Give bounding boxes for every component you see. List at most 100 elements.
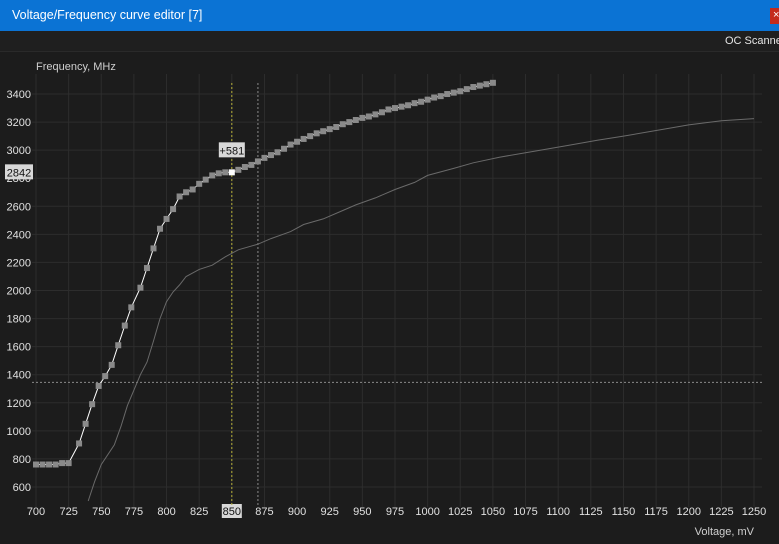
curve-point[interactable]	[248, 161, 255, 168]
curve-point[interactable]	[115, 342, 122, 349]
curve-point[interactable]	[150, 245, 157, 252]
x-tick-label: 1075	[513, 506, 537, 518]
x-tick-label: 875	[255, 506, 273, 518]
x-axis-label: Voltage, mV	[695, 526, 755, 538]
y-tick-label: 2000	[7, 286, 31, 298]
curve-point[interactable]	[95, 382, 102, 389]
curve-point[interactable]	[196, 180, 203, 187]
curve-point[interactable]	[392, 105, 398, 112]
x-tick-label: 1000	[415, 506, 439, 518]
curve-point[interactable]	[352, 116, 359, 123]
curve-point[interactable]	[476, 82, 483, 89]
curve-point[interactable]	[457, 88, 464, 95]
x-tick-label: 825	[190, 506, 208, 518]
curve-point[interactable]	[235, 166, 242, 173]
curve-point[interactable]	[450, 89, 457, 96]
x-tick-label: 1125	[579, 506, 603, 518]
curve-point[interactable]	[378, 109, 385, 116]
x-tick-label: 975	[386, 506, 404, 518]
curve-point[interactable]	[189, 186, 196, 193]
curve-point[interactable]	[215, 170, 222, 177]
curve-point[interactable]	[359, 114, 366, 121]
curve-point[interactable]	[261, 154, 268, 161]
y-tick-label: 2400	[7, 229, 31, 241]
curve-point[interactable]	[320, 128, 327, 135]
curve-point[interactable]	[346, 119, 353, 126]
curve-point[interactable]	[183, 189, 190, 196]
curve-point[interactable]	[287, 141, 294, 148]
curve-point[interactable]	[89, 401, 96, 408]
x-tick-label: 1050	[481, 506, 505, 518]
x-tick-label: 900	[288, 506, 306, 518]
x-tick-label: 1150	[612, 506, 636, 518]
curve-point[interactable]	[411, 100, 418, 107]
x-tick-label: 950	[353, 506, 371, 518]
curve-point[interactable]	[163, 215, 170, 222]
curve-point[interactable]	[137, 284, 144, 291]
curve-point[interactable]	[274, 149, 281, 156]
curve-point[interactable]	[333, 124, 340, 131]
x-tick-label: 1200	[676, 506, 700, 518]
close-button[interactable]: ×	[770, 8, 779, 24]
title-bar[interactable]: Voltage/Frequency curve editor [7] ×	[0, 0, 779, 31]
y-tick-label: 3200	[7, 117, 31, 129]
x-tick-label: 1025	[448, 506, 472, 518]
curve-point[interactable]	[267, 152, 274, 159]
curve-point[interactable]	[313, 130, 320, 137]
curve-point[interactable]	[281, 145, 288, 152]
curve-point[interactable]	[307, 133, 314, 140]
curve-point[interactable]	[65, 460, 72, 467]
curve-point[interactable]	[470, 84, 477, 91]
y-tick-label: 1600	[7, 342, 31, 354]
y-tick-label: 1200	[7, 398, 31, 410]
curve-point[interactable]	[365, 113, 372, 120]
curve-point[interactable]	[385, 106, 392, 113]
curve-point[interactable]	[121, 322, 128, 329]
curve-point[interactable]	[241, 164, 248, 171]
curve-point[interactable]	[437, 93, 444, 100]
curve-point[interactable]	[483, 81, 490, 88]
y-tick-label: 1400	[7, 370, 31, 382]
curve-point[interactable]	[444, 91, 451, 98]
curve-point[interactable]	[128, 304, 135, 311]
selected-curve-point[interactable]	[228, 169, 235, 176]
curve-editor-window: Voltage/Frequency curve editor [7] × OC …	[0, 0, 779, 544]
curve-point[interactable]	[102, 373, 109, 380]
x-tick-label: 725	[59, 506, 77, 518]
curve-point[interactable]	[339, 121, 346, 128]
y-tick-label: 800	[13, 454, 31, 466]
vf-curve-chart[interactable]: Frequency, MHz Voltage, mV 600 800 1000 1200 1…	[0, 52, 779, 544]
curve-point[interactable]	[76, 440, 83, 447]
curve-point[interactable]	[398, 103, 405, 110]
curve-point[interactable]	[52, 461, 59, 468]
curve-point[interactable]	[294, 138, 301, 145]
curve-point[interactable]	[176, 193, 183, 200]
curve-point[interactable]	[300, 135, 307, 142]
curve-point[interactable]	[39, 461, 46, 468]
curve-point[interactable]	[82, 420, 89, 427]
curve-point[interactable]	[209, 172, 216, 179]
curve-point[interactable]	[170, 206, 177, 213]
vf-curve-plot[interactable]: Frequency, MHz Voltage, mV 600 800 1000 1200 1…	[0, 52, 779, 544]
curve-point[interactable]	[108, 361, 115, 368]
curve-point[interactable]	[405, 102, 412, 109]
curve-point[interactable]	[431, 94, 438, 101]
curve-point[interactable]	[463, 86, 470, 93]
curve-point[interactable]	[143, 265, 150, 272]
oc-scanner-button[interactable]: OC Scanner	[725, 35, 779, 47]
curve-point[interactable]	[372, 111, 379, 118]
curve-point[interactable]	[424, 96, 431, 103]
curve-point[interactable]	[489, 79, 496, 86]
window-title: Voltage/Frequency curve editor [7]	[12, 8, 203, 22]
curve-point[interactable]	[202, 176, 209, 183]
curve-point[interactable]	[33, 461, 39, 468]
x-tick-label: 850	[223, 506, 241, 518]
curve-point[interactable]	[418, 98, 425, 105]
curve-point[interactable]	[254, 158, 261, 165]
curve-point[interactable]	[59, 460, 66, 467]
curve-point[interactable]	[46, 461, 53, 468]
x-tick-label: 750	[92, 506, 110, 518]
curve-point[interactable]	[326, 126, 333, 133]
curve-point[interactable]	[222, 169, 229, 176]
curve-point[interactable]	[157, 225, 164, 232]
